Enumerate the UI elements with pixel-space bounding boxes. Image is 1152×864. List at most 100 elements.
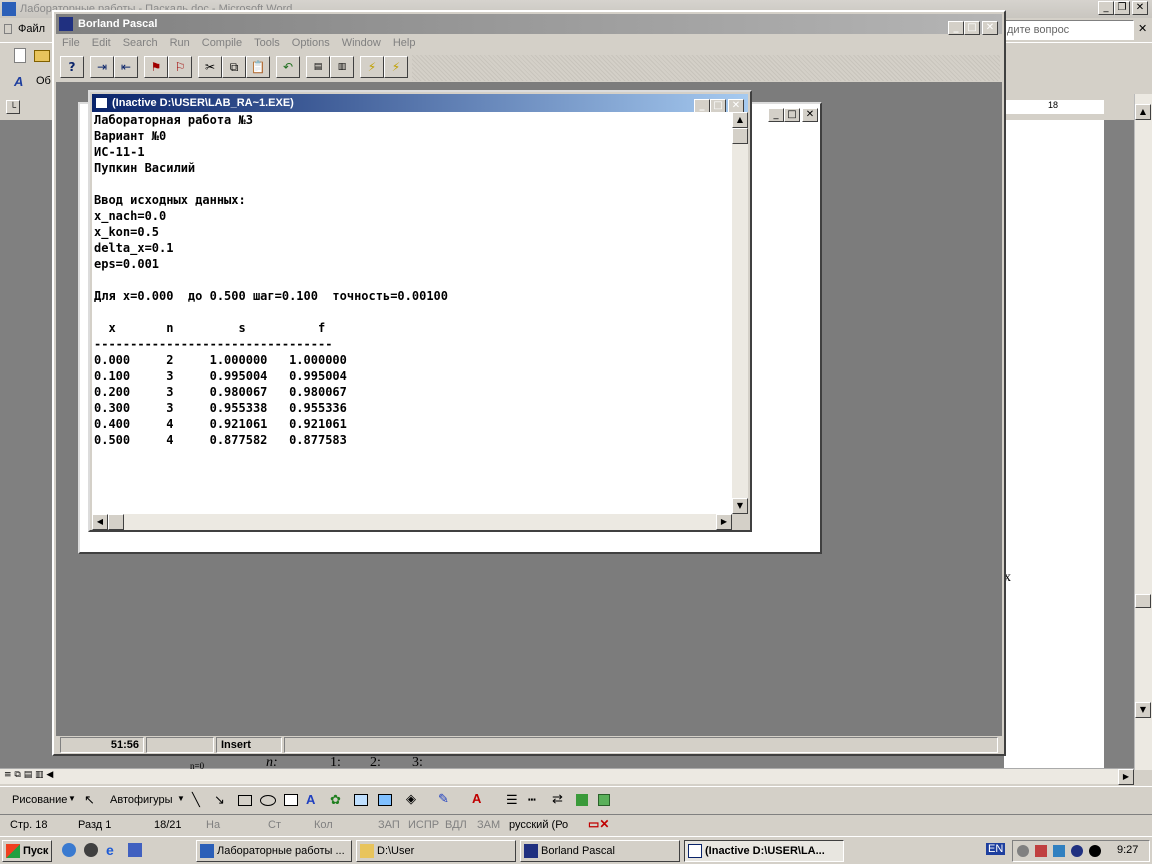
taskbar-item-folder[interactable]: D:\User [356, 840, 516, 862]
help-icon[interactable]: ? [60, 56, 84, 78]
scroll-right-icon[interactable]: ▶ [1118, 769, 1134, 785]
word-document-page[interactable]: x [1004, 120, 1104, 770]
menu-compile[interactable]: Compile [196, 34, 248, 52]
diagram-icon[interactable]: ✿ [330, 792, 341, 808]
scroll-up-icon[interactable]: ▲ [732, 112, 748, 128]
scroll-left-icon[interactable]: ◀ [92, 514, 108, 530]
menu-file[interactable]: File [56, 34, 86, 52]
line-tool-icon[interactable]: ╲ [192, 792, 200, 808]
quicklaunch-search-icon[interactable] [62, 843, 76, 857]
arrow-style-icon[interactable]: ⇄ [552, 791, 563, 807]
select-objects-icon[interactable]: ↖ [84, 792, 95, 808]
start-button[interactable]: Пуск [2, 840, 52, 862]
menu-run[interactable]: Run [164, 34, 196, 52]
minimize-icon[interactable]: _ [1098, 1, 1114, 15]
trace-into-icon[interactable]: ⇤ [114, 56, 138, 78]
step-over-icon[interactable]: ⇥ [90, 56, 114, 78]
arrow-tool-icon[interactable]: ↘ [214, 792, 225, 808]
breakpoint-icon[interactable]: ⚑ [144, 56, 168, 78]
scroll-down-icon[interactable]: ▼ [1135, 702, 1151, 718]
close-icon[interactable]: ✕ [728, 99, 744, 113]
console-output[interactable]: Лабораторная работа №3 Вариант №0 ИС-11-1 П… [92, 112, 732, 514]
quicklaunch-media-icon[interactable] [84, 843, 98, 857]
tray-icon[interactable] [1035, 845, 1047, 857]
undo-icon[interactable]: ↶ [276, 56, 300, 78]
picture-icon[interactable] [378, 794, 392, 806]
menu-edit[interactable]: Edit [86, 34, 117, 52]
quicklaunch-desktop-icon[interactable] [128, 843, 142, 857]
dos-horizontal-scrollbar[interactable]: ◀ ▶ [92, 514, 732, 530]
shadow-style-icon[interactable] [576, 794, 588, 806]
quicklaunch-ie-icon[interactable]: e [106, 842, 114, 858]
menu-window[interactable]: Window [336, 34, 387, 52]
taskbar-item-borland[interactable]: Borland Pascal [520, 840, 680, 862]
line-color-icon[interactable]: ✎ [438, 791, 449, 807]
compile-icon[interactable]: ▤ [306, 56, 330, 78]
word-vertical-scrollbar[interactable]: ▲ ▼ [1134, 94, 1152, 770]
close-icon[interactable]: ✕ [802, 108, 818, 122]
3d-style-icon[interactable] [598, 794, 610, 806]
new-document-icon[interactable] [14, 48, 26, 63]
autoshapes-menu[interactable]: Автофигуры [110, 794, 173, 806]
paste-icon[interactable]: 📋 [246, 56, 270, 78]
menu-options[interactable]: Options [286, 34, 336, 52]
tray-icon[interactable] [1071, 845, 1083, 857]
scroll-right-icon[interactable]: ▶ [716, 514, 732, 530]
dos-vertical-scrollbar[interactable]: ▲ ▼ [732, 112, 748, 514]
status-ext[interactable]: ВДЛ [445, 819, 467, 831]
minimize-icon[interactable]: _ [768, 108, 784, 122]
restore-icon[interactable]: ❐ [1114, 1, 1130, 15]
wordart-icon[interactable]: A [306, 792, 315, 807]
maximize-icon[interactable]: □ [964, 21, 980, 35]
cut-icon[interactable]: ✂ [198, 56, 222, 78]
clipart-icon[interactable] [354, 794, 368, 806]
fill-color-icon[interactable]: ◈ [406, 791, 416, 807]
word-horizontal-scrollbar[interactable]: n=0 n: 1: 2: 3: ▶ [0, 755, 1134, 785]
close-icon[interactable]: ✕ [982, 21, 998, 35]
menu-tools[interactable]: Tools [248, 34, 286, 52]
help-search-input[interactable]: дите вопрос [1004, 20, 1134, 40]
taskbar-item-word[interactable]: Лабораторные работы ... [196, 840, 352, 862]
oval-tool-icon[interactable] [260, 795, 276, 806]
style-box[interactable]: Об [36, 75, 51, 87]
run-debug-icon[interactable]: ⚡ [384, 56, 408, 78]
language-indicator[interactable]: EN [986, 843, 1006, 855]
dash-style-icon[interactable]: ┅ [528, 792, 536, 808]
menu-search[interactable]: Search [117, 34, 164, 52]
minimize-icon[interactable]: _ [694, 99, 710, 113]
size-grip[interactable] [732, 514, 748, 530]
toggle-breakpoint-icon[interactable]: ⚐ [168, 56, 192, 78]
rectangle-tool-icon[interactable] [238, 795, 252, 806]
status-trk[interactable]: ИСПР [408, 819, 439, 831]
tray-icon[interactable] [1017, 845, 1029, 857]
menu-file[interactable]: Файл [18, 23, 45, 35]
maximize-icon[interactable]: □ [784, 108, 800, 122]
copy-icon[interactable]: ⧉ [222, 56, 246, 78]
tab-selector-icon[interactable]: └ [6, 100, 20, 114]
scroll-thumb[interactable] [732, 128, 748, 144]
clock[interactable]: 9:27 [1117, 844, 1138, 856]
draw-menu[interactable]: Рисование [12, 794, 67, 806]
line-style-icon[interactable]: ☰ [506, 792, 518, 808]
menu-help[interactable]: Help [387, 34, 422, 52]
status-rec[interactable]: ЗАП [378, 819, 400, 831]
textbox-tool-icon[interactable] [284, 794, 298, 806]
scroll-thumb[interactable] [108, 514, 124, 530]
tray-icon[interactable] [1089, 845, 1101, 857]
scroll-down-icon[interactable]: ▼ [732, 498, 748, 514]
status-ovr[interactable]: ЗАМ [477, 819, 500, 831]
make-icon[interactable]: ▥ [330, 56, 354, 78]
spelling-status-icon[interactable]: ▭✕ [588, 817, 609, 831]
styles-icon[interactable]: A [14, 74, 23, 89]
view-buttons[interactable]: ≡ ⧉ ▤ ▥ ◀ [4, 770, 53, 780]
open-folder-icon[interactable] [34, 50, 50, 62]
run-icon[interactable]: ⚡ [360, 56, 384, 78]
close-document-icon[interactable]: ✕ [1138, 22, 1147, 35]
scroll-thumb[interactable] [1135, 594, 1151, 608]
close-icon[interactable]: ✕ [1132, 1, 1148, 15]
font-color-icon[interactable]: A [472, 791, 481, 806]
taskbar-item-dos[interactable]: (Inactive D:\USER\LA... [684, 840, 844, 862]
tray-icon[interactable] [1053, 845, 1065, 857]
minimize-icon[interactable]: _ [948, 21, 964, 35]
maximize-icon[interactable]: □ [710, 99, 726, 113]
